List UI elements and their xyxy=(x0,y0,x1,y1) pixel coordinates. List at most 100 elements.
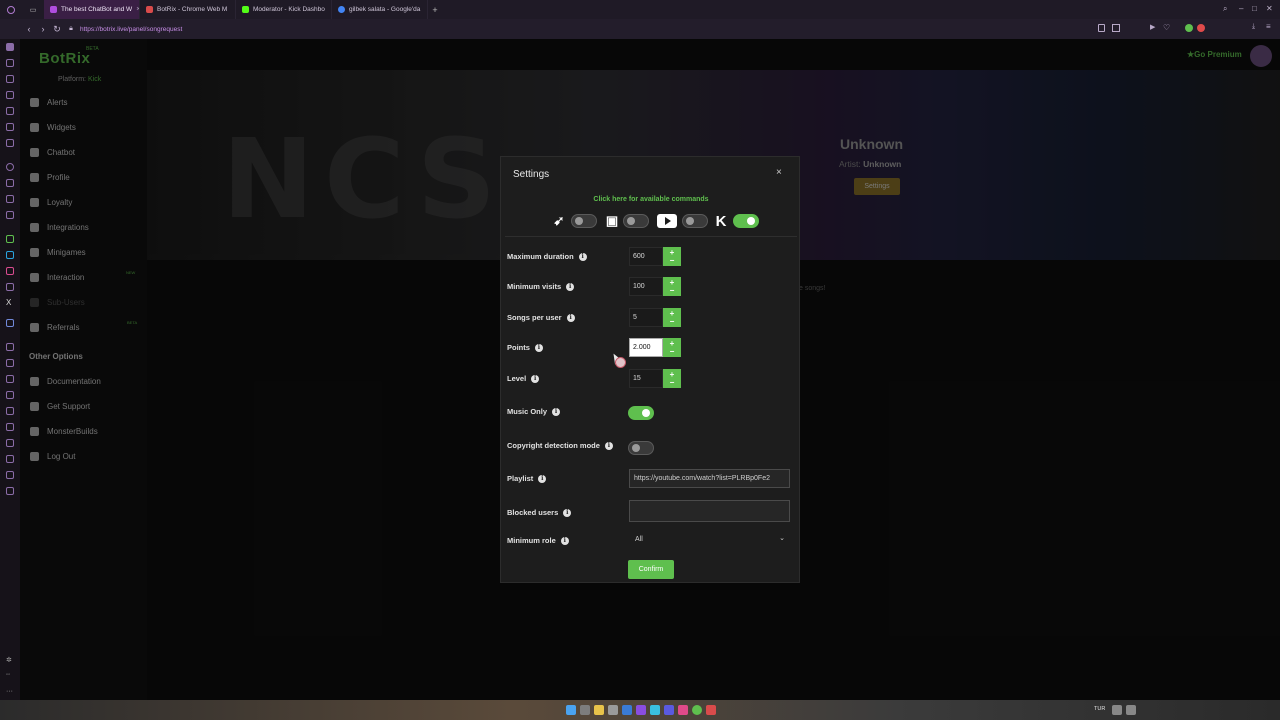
available-commands-link[interactable]: Click here for available commands xyxy=(501,196,801,203)
panel-icon[interactable] xyxy=(6,163,14,171)
settings-icon[interactable]: ✲ xyxy=(6,656,14,664)
app-icon[interactable] xyxy=(636,705,646,715)
reload-icon[interactable]: ↻ xyxy=(50,24,64,35)
forward-icon[interactable]: › xyxy=(36,24,50,34)
more-icon[interactable]: ··· xyxy=(6,688,14,696)
playlist-input[interactable]: https://youtube.com/watch?list=PLRBp0Fe2 xyxy=(629,469,790,488)
home-icon[interactable] xyxy=(6,43,14,51)
tab-overview-icon[interactable]: ▭ xyxy=(22,0,44,19)
panel-icon[interactable] xyxy=(6,391,14,399)
panel-icon[interactable] xyxy=(6,123,14,131)
panel-icon[interactable] xyxy=(6,179,14,187)
close-icon[interactable]: × xyxy=(776,167,782,178)
panel-icon[interactable]: ◦◦ xyxy=(6,672,14,680)
max-duration-stepper[interactable]: + − xyxy=(663,247,681,266)
panel-icon[interactable] xyxy=(6,407,14,415)
info-icon[interactable]: i xyxy=(538,474,547,483)
app-icon[interactable] xyxy=(706,705,716,715)
telegram-icon[interactable] xyxy=(6,251,14,259)
network-icon[interactable] xyxy=(1112,705,1122,715)
notes-icon[interactable] xyxy=(6,75,14,83)
folder-icon[interactable] xyxy=(594,705,604,715)
max-duration-input[interactable]: 600 xyxy=(629,247,663,266)
lock-icon[interactable]: 🔒︎ xyxy=(64,25,78,33)
screenshot-icon[interactable] xyxy=(1112,24,1120,32)
info-icon[interactable]: i xyxy=(604,441,613,450)
app-icon[interactable] xyxy=(622,705,632,715)
panel-icon[interactable] xyxy=(6,455,14,463)
browser-tab[interactable]: The best ChatBot and W × xyxy=(44,0,140,19)
panel-icon[interactable] xyxy=(6,195,14,203)
instagram-icon[interactable] xyxy=(6,267,14,275)
app-icon[interactable] xyxy=(650,705,660,715)
maximize-icon[interactable]: □ xyxy=(1252,4,1257,13)
extension-icon[interactable] xyxy=(1197,24,1205,32)
info-icon[interactable]: i xyxy=(560,536,569,545)
app-icon[interactable] xyxy=(664,705,674,715)
info-icon[interactable]: i xyxy=(534,343,543,352)
browser-tab[interactable]: BotRix - Chrome Web M xyxy=(140,0,236,19)
extension-icon[interactable] xyxy=(1185,24,1193,32)
info-icon[interactable]: i xyxy=(578,252,587,261)
x-icon[interactable]: X xyxy=(6,299,14,307)
app-icon[interactable] xyxy=(608,705,618,715)
youtube-toggle[interactable] xyxy=(682,214,708,228)
browser-tab[interactable]: gilbek salata - Google'da xyxy=(332,0,428,19)
panel-icon[interactable] xyxy=(6,211,14,219)
start-icon[interactable] xyxy=(566,705,576,715)
back-icon[interactable]: ‹ xyxy=(22,24,36,34)
whatsapp-icon[interactable] xyxy=(6,235,14,243)
minimum-role-select[interactable]: All ⌄ xyxy=(629,531,790,548)
info-icon[interactable]: i xyxy=(563,508,572,517)
copyright-detection-toggle[interactable] xyxy=(628,441,654,455)
browser-menu-icon[interactable] xyxy=(0,0,22,19)
browser-tab[interactable]: Moderator - Kick Dashbo xyxy=(236,0,332,19)
confirm-button[interactable]: Confirm xyxy=(628,560,674,579)
info-icon[interactable]: i xyxy=(566,313,575,322)
points-stepper[interactable]: + − xyxy=(663,338,681,357)
language-indicator[interactable]: TUR xyxy=(1094,706,1105,712)
new-tab-button[interactable]: + xyxy=(428,5,442,15)
spotify-icon[interactable] xyxy=(692,705,702,715)
panel-icon[interactable] xyxy=(6,359,14,367)
kick-toggle[interactable] xyxy=(733,214,759,228)
panel-icon[interactable] xyxy=(6,471,14,479)
panel-icon[interactable] xyxy=(6,423,14,431)
info-icon[interactable]: i xyxy=(531,374,540,383)
play-icon[interactable]: ▶ xyxy=(1150,23,1155,31)
points-input[interactable]: 2.000 xyxy=(629,338,663,357)
volume-icon[interactable] xyxy=(1126,705,1136,715)
panel-icon[interactable] xyxy=(6,107,14,115)
blocked-users-input[interactable] xyxy=(629,500,790,522)
panel-icon[interactable] xyxy=(6,91,14,99)
panel-icon[interactable] xyxy=(6,343,14,351)
panel-icon[interactable] xyxy=(6,283,14,291)
search-icon[interactable]: ⌕ xyxy=(1223,4,1227,14)
botrix-toggle[interactable] xyxy=(571,214,597,228)
heart-icon[interactable]: ♡ xyxy=(1163,23,1170,32)
bookmark-icon[interactable] xyxy=(1098,24,1105,32)
music-only-toggle[interactable] xyxy=(628,406,654,420)
search-icon[interactable] xyxy=(580,705,590,715)
level-stepper[interactable]: + − xyxy=(663,369,681,388)
min-visits-stepper[interactable]: + − xyxy=(663,277,681,296)
songs-per-user-stepper[interactable]: + − xyxy=(663,308,681,327)
panel-icon[interactable] xyxy=(6,375,14,383)
panel-icon[interactable] xyxy=(6,139,14,147)
menu-icon[interactable]: ≡ xyxy=(1266,22,1271,31)
info-icon[interactable]: i xyxy=(566,282,575,291)
history-icon[interactable] xyxy=(6,59,14,67)
panel-icon[interactable] xyxy=(6,439,14,447)
discord-icon[interactable] xyxy=(6,319,14,327)
download-icon[interactable]: ⤓ xyxy=(1252,23,1255,31)
songs-per-user-input[interactable]: 5 xyxy=(629,308,663,327)
url-text[interactable]: https://botrix.live/panel/songrequest xyxy=(80,26,182,33)
panel-icon[interactable] xyxy=(6,487,14,495)
app-icon[interactable] xyxy=(678,705,688,715)
info-icon[interactable]: i xyxy=(552,407,561,416)
twitch-toggle[interactable] xyxy=(623,214,649,228)
level-input[interactable]: 15 xyxy=(629,369,663,388)
close-window-icon[interactable]: ✕ xyxy=(1266,4,1273,13)
minimize-icon[interactable]: – xyxy=(1239,4,1243,13)
min-visits-input[interactable]: 100 xyxy=(629,277,663,296)
